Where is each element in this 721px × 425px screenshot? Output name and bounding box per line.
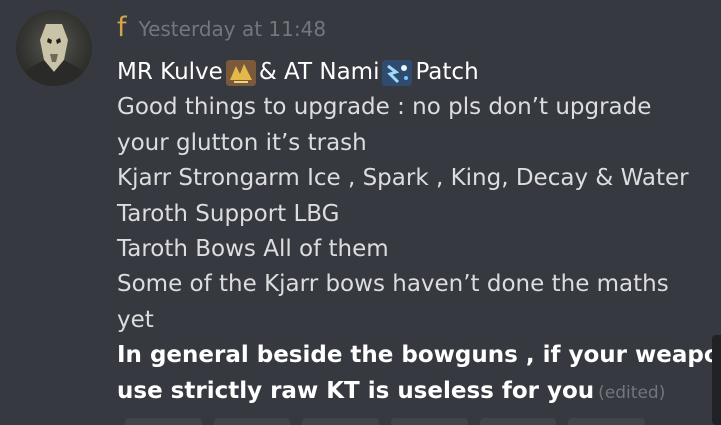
message-bold-line-2: use strictly raw KT is useless for you (e… xyxy=(117,374,707,411)
reaction-button[interactable] xyxy=(391,418,468,425)
reaction-button[interactable] xyxy=(479,418,557,425)
message-bold-line-2-text: use strictly raw KT is useless for you xyxy=(117,377,595,404)
message-header: f Yesterday at 11:48 xyxy=(117,12,326,52)
chat-message: f Yesterday at 11:48 MR Kulve & AT Nami … xyxy=(0,0,721,425)
reaction-button[interactable] xyxy=(125,418,202,425)
general-grievous-avatar-icon xyxy=(26,24,82,86)
message-timestamp[interactable]: Yesterday at 11:48 xyxy=(139,17,327,41)
message-line-7: yet xyxy=(117,306,154,333)
first-line-part3: Patch xyxy=(415,59,479,85)
message-line-2: your glutton it’s trash xyxy=(117,129,367,156)
author-name[interactable]: f xyxy=(117,12,127,43)
reaction-button[interactable] xyxy=(213,418,291,425)
message-line-6: Some of the Kjarr bows haven’t done the … xyxy=(117,271,669,298)
message-line-1: Good things to upgrade : no pls don’t up… xyxy=(117,94,652,121)
scrollbar-thumb[interactable] xyxy=(712,335,721,425)
message-first-line: MR Kulve & AT Nami Patch xyxy=(117,55,707,90)
edited-label: (edited) xyxy=(598,382,666,403)
kulve-taroth-emoji-icon[interactable] xyxy=(225,59,256,86)
first-line-part2: & AT Nami xyxy=(258,59,380,85)
message-line-4: Taroth Support LBG xyxy=(117,200,340,227)
reaction-bar xyxy=(125,418,646,425)
message-line-5: Taroth Bows All of them xyxy=(117,236,389,263)
reaction-button[interactable] xyxy=(302,418,380,425)
first-line-part1: MR Kulve xyxy=(117,59,223,85)
message-line-3: Kjarr Strongarm Ice , Spark , King, Deca… xyxy=(117,165,689,192)
reaction-button[interactable] xyxy=(568,418,646,425)
message-content: MR Kulve & AT Nami Patch Good things to … xyxy=(117,55,721,411)
namielle-emoji-icon[interactable] xyxy=(382,59,413,86)
user-avatar[interactable] xyxy=(16,10,92,86)
message-bold-line-1: In general beside the bowguns , if your … xyxy=(117,342,721,369)
